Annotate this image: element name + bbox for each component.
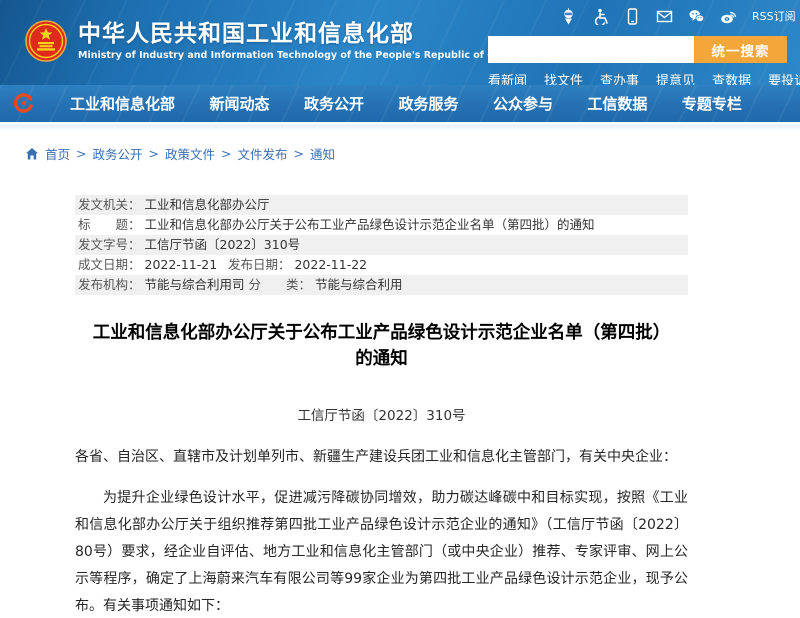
doc-meta-table: 发文机关： 工业和信息化部办公厅 标 题： 工业和信息化部办公厅关于公布工业产品… [75,195,688,295]
meta-label: 发文字号： [78,237,141,252]
search-bar: 统一搜索 [488,36,787,63]
meta-label: 发布日期： [227,257,291,272]
miit-logo-icon [14,93,33,113]
article-paragraph-salutation: 各省、自治区、直辖市及计划单列市、新疆生产建设兵团工业和信息化主管部门，有关中央… [75,449,677,465]
nav-item-public-participation[interactable]: 公众参与 [493,93,553,114]
mail-icon[interactable] [656,8,673,25]
meta-pair-publisher: 发布机构： 节能与综合利用司 [78,275,245,295]
meta-value: 2022-11-21 [144,257,218,272]
site-subtitle: Ministry of Industry and Information Tec… [78,50,518,61]
document-content: 发文机关： 工业和信息化部办公厅 标 题： 工业和信息化部办公厅关于公布工业产品… [0,195,800,618]
brand-text: 中华人民共和国工业和信息化部 Ministry of Industry and … [78,21,517,61]
meta-label: 成文日期： [78,257,141,272]
nav-item-miit[interactable]: 工业和信息化部 [70,93,175,114]
breadcrumb-separator: > [148,146,159,161]
meta-pair-publish-date: 发布日期： 2022-11-22 [228,257,367,272]
meta-value: 节能与综合利用司 [144,277,245,292]
meta-pair-written-date: 成文日期： 2022-11-21 [78,255,224,275]
search-input[interactable] [488,36,694,63]
home-icon[interactable] [25,147,39,161]
accessibility-icon[interactable] [592,8,609,25]
meta-label: 分 类： [248,277,312,292]
breadcrumb-separator: > [293,146,304,161]
meta-value: 2022-11-22 [294,257,368,272]
article-doc-number: 工信厅节函〔2022〕310号 [297,408,466,424]
meta-row-title: 标 题： 工业和信息化部办公厅关于公布工业产品绿色设计示范企业名单（第四批）的通… [75,215,688,235]
weibo-icon[interactable] [720,8,737,25]
meta-value: 节能与综合利用 [315,277,403,292]
nav-item-data[interactable]: 工信数据 [587,93,647,114]
site-title: 中华人民共和国工业和信息化部 [78,21,414,47]
meta-value: 工业和信息化部办公厅 [144,197,270,212]
meta-value: 工信厅节函〔2022〕310号 [144,237,301,252]
meta-row-dates: 成文日期： 2022-11-21 发布日期： 2022-11-22 [75,255,688,275]
meta-row-doc-number: 发文字号： 工信厅节函〔2022〕310号 [75,235,688,255]
nav-item-gov-disclosure[interactable]: 政务公开 [304,93,364,114]
meta-label: 发文机关： [78,197,141,212]
meta-pair-category: 分 类： 节能与综合利用 [249,277,403,292]
wechat-icon[interactable] [688,8,705,25]
breadcrumb-separator: > [76,146,87,161]
header-icon-row: RSS订阅 [560,7,796,25]
meta-label: 发布机构： [78,277,141,292]
main-nav: 工业和信息化部 新闻动态 政务公开 政务服务 公众参与 工信数据 专题专栏 [0,85,800,122]
site-header: 中华人民共和国工业和信息化部 Ministry of Industry and … [0,0,800,89]
meta-label: 标 题： [78,217,141,232]
nav-item-news[interactable]: 新闻动态 [209,93,269,114]
meta-row-publisher: 发布机构： 节能与综合利用司 分 类： 节能与综合利用 [75,275,688,295]
breadcrumb-doc-release[interactable]: 文件发布 [238,144,288,163]
breadcrumb-policy-docs[interactable]: 政策文件 [165,144,215,163]
nav-item-special-topics[interactable]: 专题专栏 [682,93,742,114]
article-body: 各省、自治区、直辖市及计划单列市、新疆生产建设兵团工业和信息化主管部门，有关中央… [75,444,688,618]
national-emblem-icon [25,20,67,62]
search-button[interactable]: 统一搜索 [694,36,787,63]
site-brand[interactable]: 中华人民共和国工业和信息化部 Ministry of Industry and … [25,20,517,62]
rss-subscribe-link[interactable]: RSS订阅 [752,8,796,24]
mobile-icon[interactable] [624,7,641,25]
article-paragraph-intro: 为提升企业绿色设计水平，促进减污降碳协同增效，助力碳达峰碳中和目标实现，按照《工… [75,490,688,614]
meta-row-issuing-agency: 发文机关： 工业和信息化部办公厅 [75,195,688,215]
mascot-icon[interactable] [560,7,577,25]
breadcrumb: 首页 > 政务公开 > 政策文件 > 文件发布 > 通知 [0,130,800,171]
breadcrumb-home[interactable]: 首页 [45,144,70,163]
breadcrumb-notice[interactable]: 通知 [310,144,335,163]
article-title: 工业和信息化部办公厅关于公布工业产品绿色设计示范企业名单（第四批）的通知 [92,323,671,369]
breadcrumb-separator: > [221,146,232,161]
page: 中华人民共和国工业和信息化部 Ministry of Industry and … [0,0,800,618]
nav-item-gov-services[interactable]: 政务服务 [398,93,458,114]
nav-bottom-strip [0,122,800,130]
breadcrumb-gov-disclosure[interactable]: 政务公开 [93,144,143,163]
meta-value: 工业和信息化部办公厅关于公布工业产品绿色设计示范企业名单（第四批）的通知 [144,217,595,232]
